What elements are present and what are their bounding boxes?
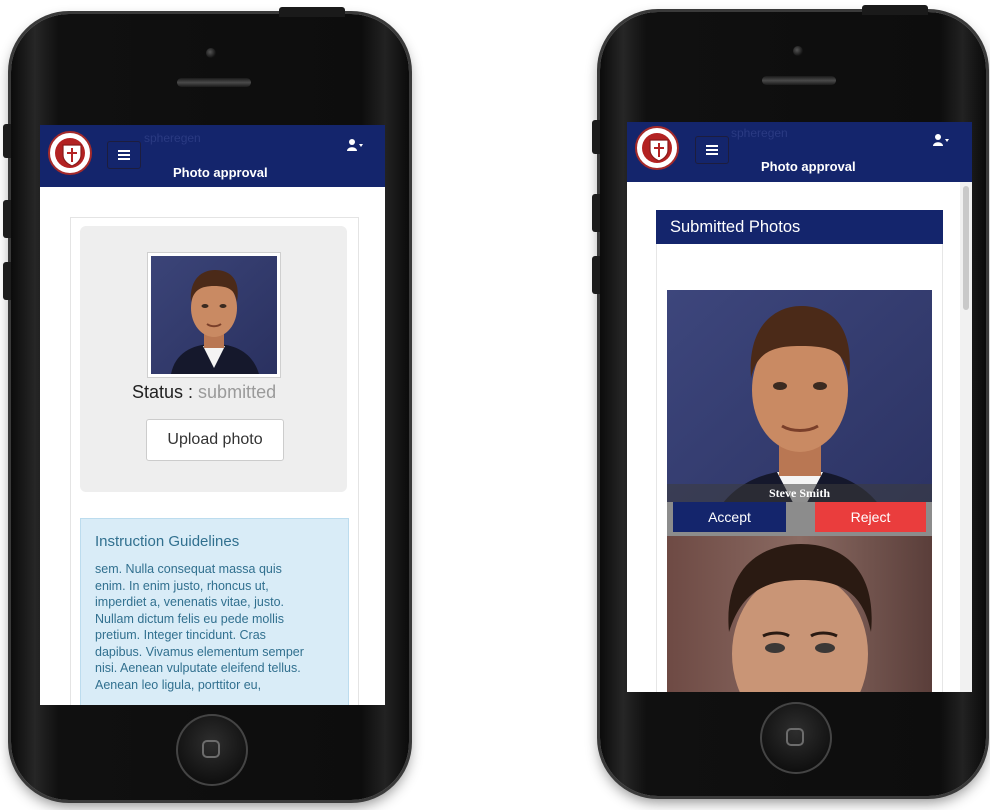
- phone-right: spheregen Photo approval Submitted Photo…: [592, 5, 986, 796]
- phone-mute-switch: [3, 124, 11, 158]
- instruction-line: imperdiet a, venenatis vitae, justo.: [95, 595, 284, 609]
- screen-admin: spheregen Photo approval Submitted Photo…: [627, 122, 972, 692]
- instruction-line: nisi. Aenean vulputate eleifend tellus.: [95, 661, 301, 675]
- university-seal-logo[interactable]: [48, 131, 92, 175]
- instruction-line: dapibus. Vivamus elementum semper: [95, 644, 304, 659]
- phone-volume-up: [3, 200, 11, 238]
- phone-speaker: [762, 76, 836, 85]
- page-title: Photo approval: [761, 159, 856, 174]
- portrait-image: [151, 256, 277, 374]
- photo-status: Status : submitted: [132, 382, 276, 403]
- profile-photo: [148, 253, 280, 377]
- user-menu[interactable]: [933, 134, 949, 149]
- upload-photo-button[interactable]: Upload photo: [146, 419, 284, 461]
- menu-toggle-button[interactable]: [695, 136, 729, 164]
- home-button[interactable]: [176, 714, 248, 786]
- phone-volume-down: [592, 256, 600, 294]
- menu-toggle-button[interactable]: [107, 141, 141, 169]
- photo-card: Steve Smith Accept Reject: [667, 290, 932, 536]
- instruction-title: Instruction Guidelines: [95, 533, 240, 550]
- instruction-text: sem. Nulla consequat massa quis enim. In…: [95, 561, 345, 693]
- instruction-line: Nullam dictum felis eu pede mollis: [95, 611, 284, 626]
- page-title: Photo approval: [173, 165, 268, 180]
- instruction-line: Aenean leo ligula, porttitor eu,: [95, 677, 262, 692]
- reject-button[interactable]: Reject: [815, 502, 926, 532]
- accept-button[interactable]: Accept: [673, 502, 786, 532]
- submitted-photo-image: [667, 536, 932, 692]
- home-square-icon: [202, 740, 220, 758]
- home-button[interactable]: [760, 702, 832, 774]
- hamburger-icon: [706, 145, 718, 155]
- home-square-icon: [786, 728, 804, 746]
- screen-student: spheregen Photo approval Status: submit…: [40, 125, 385, 705]
- brand-name[interactable]: spheregen: [144, 131, 201, 145]
- instruction-line: sem. Nulla consequat massa quis: [95, 562, 282, 576]
- scrollbar-track[interactable]: [960, 182, 972, 692]
- phone-volume-down: [3, 262, 11, 300]
- section-title: Submitted Photos: [670, 217, 801, 236]
- phone-mute-switch: [592, 120, 600, 154]
- status-value: submitted: [198, 382, 277, 402]
- user-menu[interactable]: [347, 139, 363, 154]
- photo-card: [667, 536, 932, 692]
- phone-power-button: [279, 7, 345, 17]
- hamburger-icon: [118, 150, 130, 160]
- phone-speaker: [177, 78, 251, 87]
- shield-icon: [62, 144, 82, 167]
- phone-power-button: [862, 5, 928, 15]
- instruction-guidelines-panel: Instruction Guidelines sem. Nulla conseq…: [80, 518, 349, 705]
- shield-icon: [649, 139, 669, 162]
- university-seal-logo[interactable]: [635, 126, 679, 170]
- instruction-line: pretium. Integer tincidunt. Cras: [95, 628, 266, 642]
- phone-volume-up: [592, 194, 600, 232]
- phone-camera: [793, 46, 803, 56]
- phone-camera: [206, 48, 216, 58]
- user-icon: [347, 139, 363, 151]
- scrollbar-thumb[interactable]: [963, 186, 969, 310]
- instruction-line: enim. In enim justo, rhoncus ut,: [95, 578, 269, 593]
- brand-name[interactable]: spheregen: [731, 126, 788, 140]
- phone-left: spheregen Photo approval Status: submit…: [3, 7, 409, 800]
- user-icon: [933, 134, 949, 146]
- submitted-photos-header: Submitted Photos: [656, 210, 943, 244]
- app-header: spheregen Photo approval: [40, 125, 385, 187]
- status-label: Status :: [132, 382, 194, 402]
- photo-caption: Steve Smith: [667, 484, 932, 502]
- app-header: spheregen Photo approval: [627, 122, 972, 182]
